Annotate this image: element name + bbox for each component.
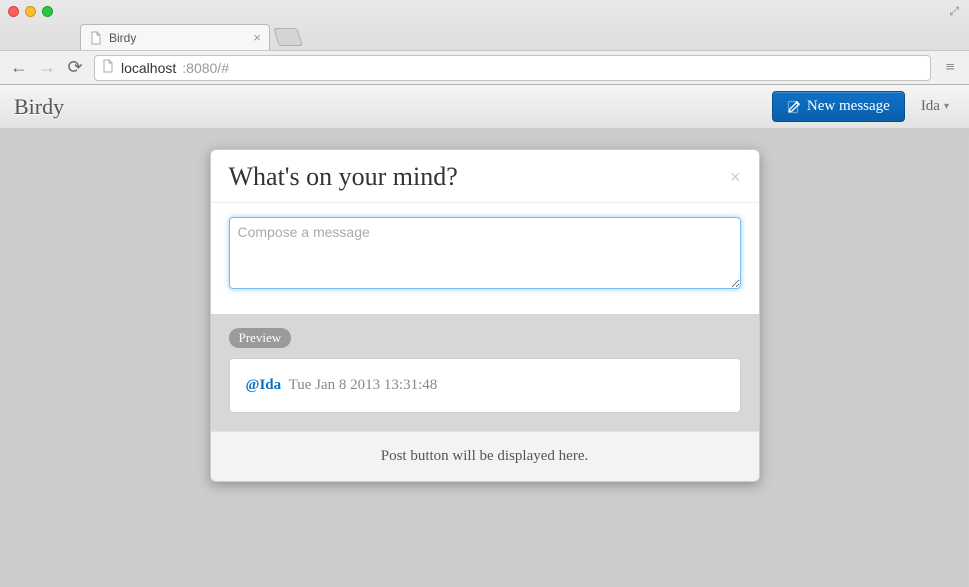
preview-handle[interactable]: @Ida [246,377,282,393]
close-icon[interactable]: × [730,167,741,188]
minimize-window-icon[interactable] [25,6,36,17]
modal-title: What's on your mind? [229,162,458,192]
preview-section: Preview @Ida Tue Jan 8 2013 13:31:48 [211,314,759,431]
new-message-label: New message [807,98,890,115]
window-title-bar: ⤢ [0,0,969,22]
preview-card: @Ida Tue Jan 8 2013 13:31:48 [229,358,741,413]
navbar-right: New message Ida ▾ [772,91,955,122]
url-host: localhost [121,60,176,76]
browser-chrome: ⤢ Birdy × ← → ⟳ localhost :8080/# ≡ [0,0,969,85]
hamburger-menu-icon[interactable]: ≡ [941,59,959,77]
zoom-window-icon[interactable] [42,6,53,17]
user-menu[interactable]: Ida ▾ [915,94,955,119]
back-icon[interactable]: ← [10,57,28,78]
edit-icon [787,100,801,114]
tab-strip: Birdy × [0,22,969,50]
page-body: What's on your mind? × Preview @Ida Tue … [0,129,969,587]
address-bar[interactable]: localhost :8080/# [94,55,931,81]
tab-title: Birdy [109,31,136,45]
footer-text: Post button will be displayed here. [381,448,588,464]
new-tab-button[interactable] [273,28,303,46]
url-path: :8080/# [182,60,229,76]
close-tab-icon[interactable]: × [253,30,261,45]
compose-textarea[interactable] [229,217,741,289]
browser-tab[interactable]: Birdy × [80,24,270,50]
new-message-button[interactable]: New message [772,91,905,122]
page-icon [101,59,115,76]
modal-body [211,203,759,314]
brand-title[interactable]: Birdy [14,94,64,120]
preview-timestamp: Tue Jan 8 2013 13:31:48 [289,377,438,393]
user-name: Ida [921,98,940,115]
chevron-down-icon: ▾ [944,101,949,112]
modal-header: What's on your mind? × [211,150,759,202]
reload-icon[interactable]: ⟳ [66,57,84,78]
compose-modal: What's on your mind? × Preview @Ida Tue … [210,149,760,482]
close-window-icon[interactable] [8,6,19,17]
page-icon [89,31,103,45]
app-navbar: Birdy New message Ida ▾ [0,85,969,129]
forward-icon: → [38,57,56,78]
modal-footer: Post button will be displayed here. [211,431,759,481]
fullscreen-icon[interactable]: ⤢ [949,4,959,19]
toolbar-row: ← → ⟳ localhost :8080/# ≡ [0,50,969,84]
preview-badge: Preview [229,328,292,348]
